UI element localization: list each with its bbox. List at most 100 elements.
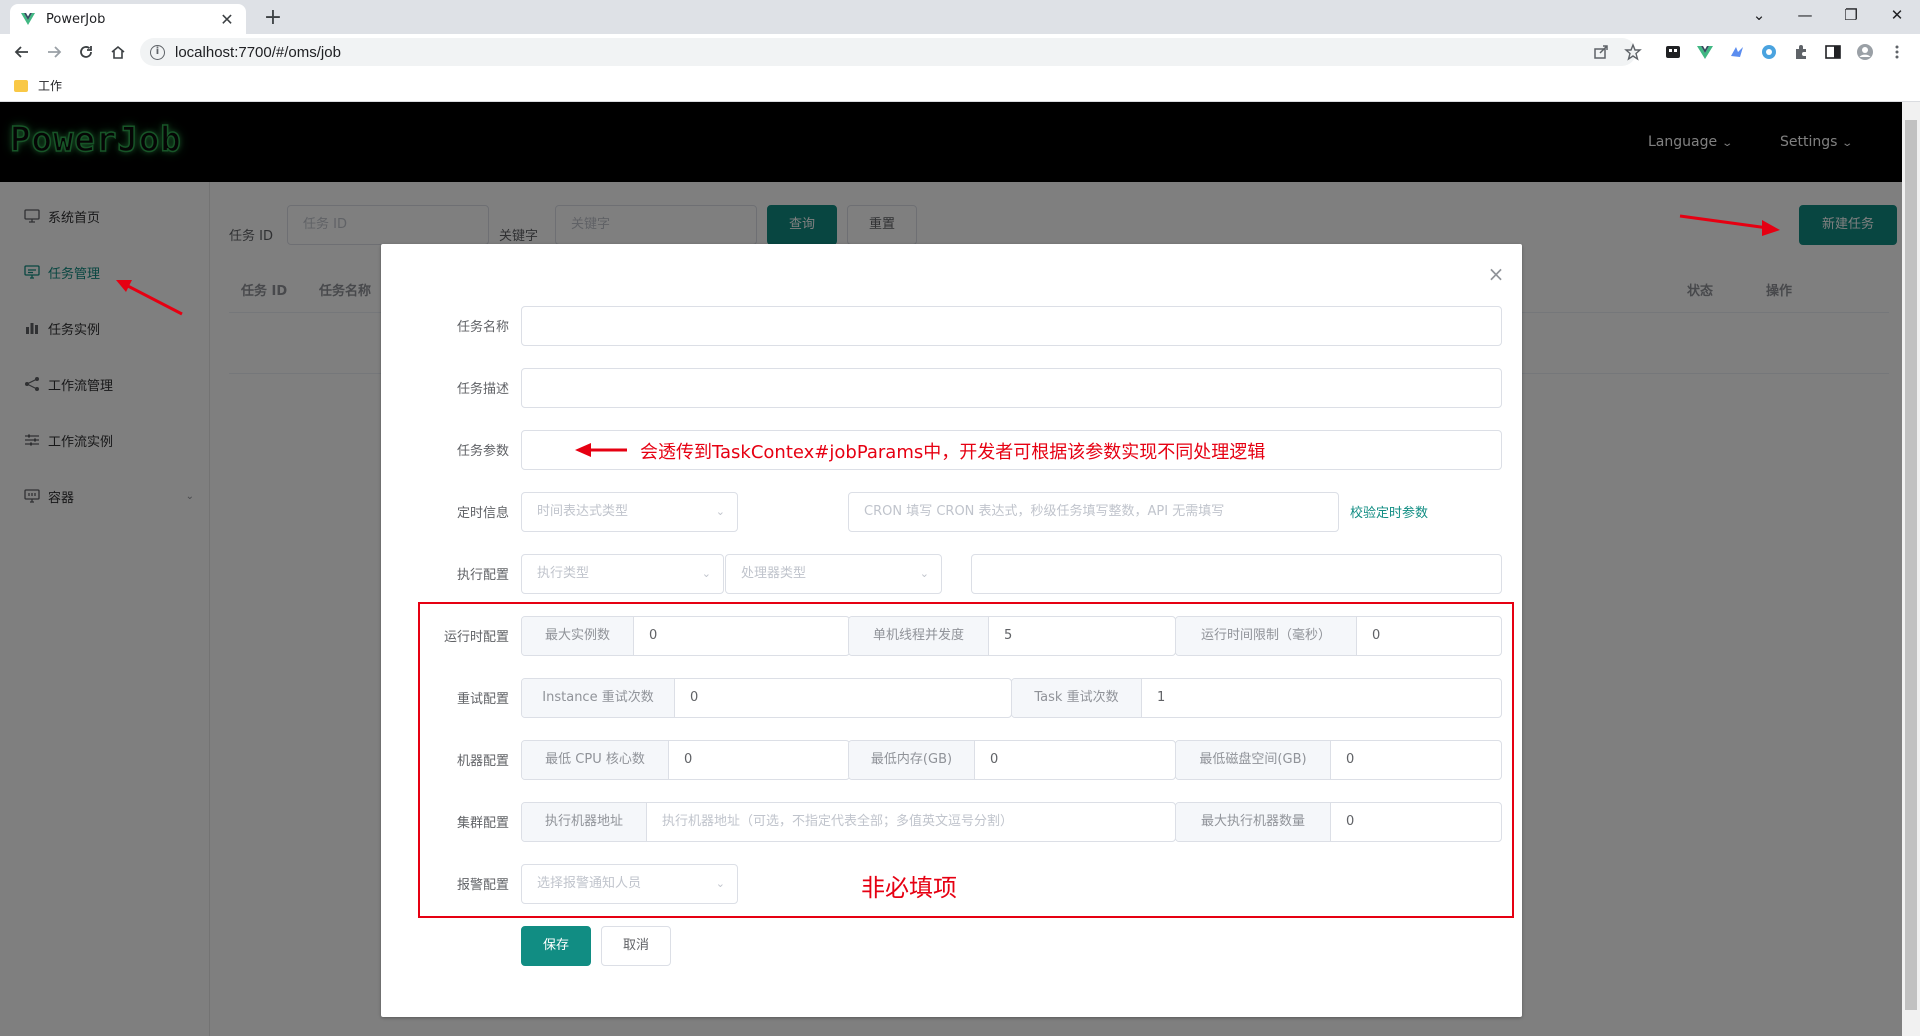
tab-title: PowerJob <box>46 11 106 27</box>
forward-icon[interactable] <box>40 38 68 66</box>
min-disk-value: 0 <box>1346 752 1355 767</box>
reload-icon[interactable] <box>72 38 100 66</box>
bookmarks-bar: 工作 <box>0 70 1920 102</box>
time-limit-value: 0 <box>1372 628 1381 643</box>
browser-tabstrip: PowerJob ✕ + ⌄ — ❐ ✕ <box>0 0 1920 34</box>
folder-icon <box>14 79 28 92</box>
extension-reader-icon[interactable] <box>1664 43 1682 61</box>
task-desc-label: 任务描述 <box>456 382 509 397</box>
minimize-button[interactable]: — <box>1782 0 1828 30</box>
browser-tab[interactable]: PowerJob ✕ <box>10 4 246 34</box>
max-workers-label: 最大执行机器数量 <box>1176 803 1331 841</box>
new-task-dialog: × 任务名称 任务描述 任务参数 会透传到TaskContex#jobParam… <box>381 244 1522 1017</box>
chevron-down-icon: ⌄ <box>715 877 725 890</box>
bookmark-label: 工作 <box>38 79 63 93</box>
min-cpu-field[interactable]: 最低 CPU 核心数 0 <box>521 740 850 780</box>
exec-type-select[interactable]: 执行类型 ⌄ <box>521 554 724 594</box>
profile-avatar-icon[interactable] <box>1856 43 1874 61</box>
min-memory-field[interactable]: 最低内存(GB) 0 <box>848 740 1176 780</box>
min-memory-label: 最低内存(GB) <box>849 741 975 779</box>
concurrency-value: 5 <box>1004 628 1013 643</box>
task-desc-input[interactable] <box>521 368 1502 408</box>
bookmark-star-icon[interactable] <box>1624 43 1642 61</box>
chevron-down-icon: ⌄ <box>715 505 725 518</box>
tab-close-icon[interactable]: ✕ <box>218 10 236 29</box>
cluster-config-label: 集群配置 <box>456 816 509 831</box>
task-name-label: 任务名称 <box>456 320 509 335</box>
url-text: localhost:7700/#/oms/job <box>175 43 341 61</box>
address-bar[interactable]: i localhost:7700/#/oms/job <box>140 38 1636 66</box>
restore-button[interactable]: ❐ <box>1828 0 1874 30</box>
task-name-input[interactable] <box>521 306 1502 346</box>
extension-bird-icon[interactable] <box>1728 43 1746 61</box>
new-tab-button[interactable]: + <box>260 6 286 32</box>
page-scrollbar-track[interactable] <box>1902 102 1920 1036</box>
annotation-arrow-sidebar <box>116 280 183 316</box>
vue-logo-icon <box>21 13 35 25</box>
annotation-arrow-new-task <box>1679 214 1780 236</box>
processor-info-input[interactable] <box>971 554 1502 594</box>
worker-address-field[interactable]: 执行机器地址 执行机器地址（可选，不指定代表全部；多值英文逗号分割） <box>521 802 1176 842</box>
retry-config-label: 重试配置 <box>456 692 509 707</box>
powerjob-app: PowerJob Language⌄ Settings⌄ 系统首页 任务管理 任… <box>0 102 1902 1036</box>
task-retry-value: 1 <box>1157 690 1166 705</box>
max-instance-label: 最大实例数 <box>522 617 634 655</box>
validate-timing-link[interactable]: 校验定时参数 <box>1350 502 1428 521</box>
time-limit-field[interactable]: 运行时间限制（毫秒） 0 <box>1175 616 1502 656</box>
timing-label: 定时信息 <box>456 506 509 521</box>
page-scrollbar-thumb[interactable] <box>1905 120 1917 1010</box>
max-instance-field[interactable]: 最大实例数 0 <box>521 616 850 656</box>
processor-type-select[interactable]: 处理器类型 ⌄ <box>725 554 942 594</box>
alarm-receiver-placeholder: 选择报警通知人员 <box>537 876 642 891</box>
exec-type-placeholder: 执行类型 <box>537 566 590 581</box>
alarm-receiver-select[interactable]: 选择报警通知人员 ⌄ <box>521 864 738 904</box>
task-params-label: 任务参数 <box>456 444 509 459</box>
share-page-icon[interactable] <box>1592 43 1610 61</box>
min-cpu-label: 最低 CPU 核心数 <box>522 741 669 779</box>
browser-menu-icon[interactable] <box>1888 43 1906 61</box>
params-annotation: 会透传到TaskContex#jobParams中，开发者可根据该参数实现不同处… <box>640 442 1266 463</box>
min-disk-label: 最低磁盘空间(GB) <box>1176 741 1331 779</box>
close-icon[interactable]: × <box>1486 262 1506 286</box>
worker-address-label: 执行机器地址 <box>522 803 647 841</box>
timing-type-select[interactable]: 时间表达式类型 ⌄ <box>521 492 738 532</box>
alarm-config-label: 报警配置 <box>456 878 509 893</box>
chevron-down-icon: ⌄ <box>919 567 929 580</box>
min-memory-value: 0 <box>990 752 999 767</box>
back-icon[interactable] <box>8 38 36 66</box>
min-disk-field[interactable]: 最低磁盘空间(GB) 0 <box>1175 740 1502 780</box>
machine-config-label: 机器配置 <box>456 754 509 769</box>
chevron-down-icon: ⌄ <box>701 567 711 580</box>
min-cpu-value: 0 <box>684 752 693 767</box>
max-workers-value: 0 <box>1346 814 1355 829</box>
instance-retry-value: 0 <box>690 690 699 705</box>
timing-type-placeholder: 时间表达式类型 <box>537 504 629 519</box>
max-workers-field[interactable]: 最大执行机器数量 0 <box>1175 802 1502 842</box>
runtime-config-label: 运行时配置 <box>443 630 509 645</box>
site-info-icon[interactable]: i <box>150 44 165 60</box>
max-instance-value: 0 <box>649 628 658 643</box>
instance-retry-field[interactable]: Instance 重试次数 0 <box>521 678 1012 718</box>
browser-toolbar: i localhost:7700/#/oms/job <box>0 34 1920 70</box>
extensions-puzzle-icon[interactable] <box>1792 43 1810 61</box>
instance-retry-label: Instance 重试次数 <box>522 679 675 717</box>
timing-expression-input[interactable]: CRON 填写 CRON 表达式，秒级任务填写整数，API 无需填写 <box>848 492 1339 532</box>
optional-annotation: 非必填项 <box>861 874 957 902</box>
tab-search-icon[interactable]: ⌄ <box>1736 0 1782 30</box>
processor-type-placeholder: 处理器类型 <box>741 566 807 581</box>
exec-config-label: 执行配置 <box>456 568 509 583</box>
concurrency-label: 单机线程并发度 <box>849 617 989 655</box>
extension-circle-icon[interactable] <box>1760 43 1778 61</box>
save-button[interactable]: 保存 <box>521 926 591 966</box>
worker-address-placeholder: 执行机器地址（可选，不指定代表全部；多值英文逗号分割） <box>662 814 1014 829</box>
task-retry-label: Task 重试次数 <box>1012 679 1142 717</box>
cancel-button[interactable]: 取消 <box>601 926 671 966</box>
concurrency-field[interactable]: 单机线程并发度 5 <box>848 616 1176 656</box>
bookmark-folder-work[interactable]: 工作 <box>14 77 62 94</box>
vue-devtools-icon[interactable] <box>1696 43 1714 61</box>
close-window-button[interactable]: ✕ <box>1874 0 1920 30</box>
time-limit-label: 运行时间限制（毫秒） <box>1176 617 1357 655</box>
side-panel-icon[interactable] <box>1824 43 1842 61</box>
task-retry-field[interactable]: Task 重试次数 1 <box>1011 678 1502 718</box>
home-icon[interactable] <box>104 38 132 66</box>
